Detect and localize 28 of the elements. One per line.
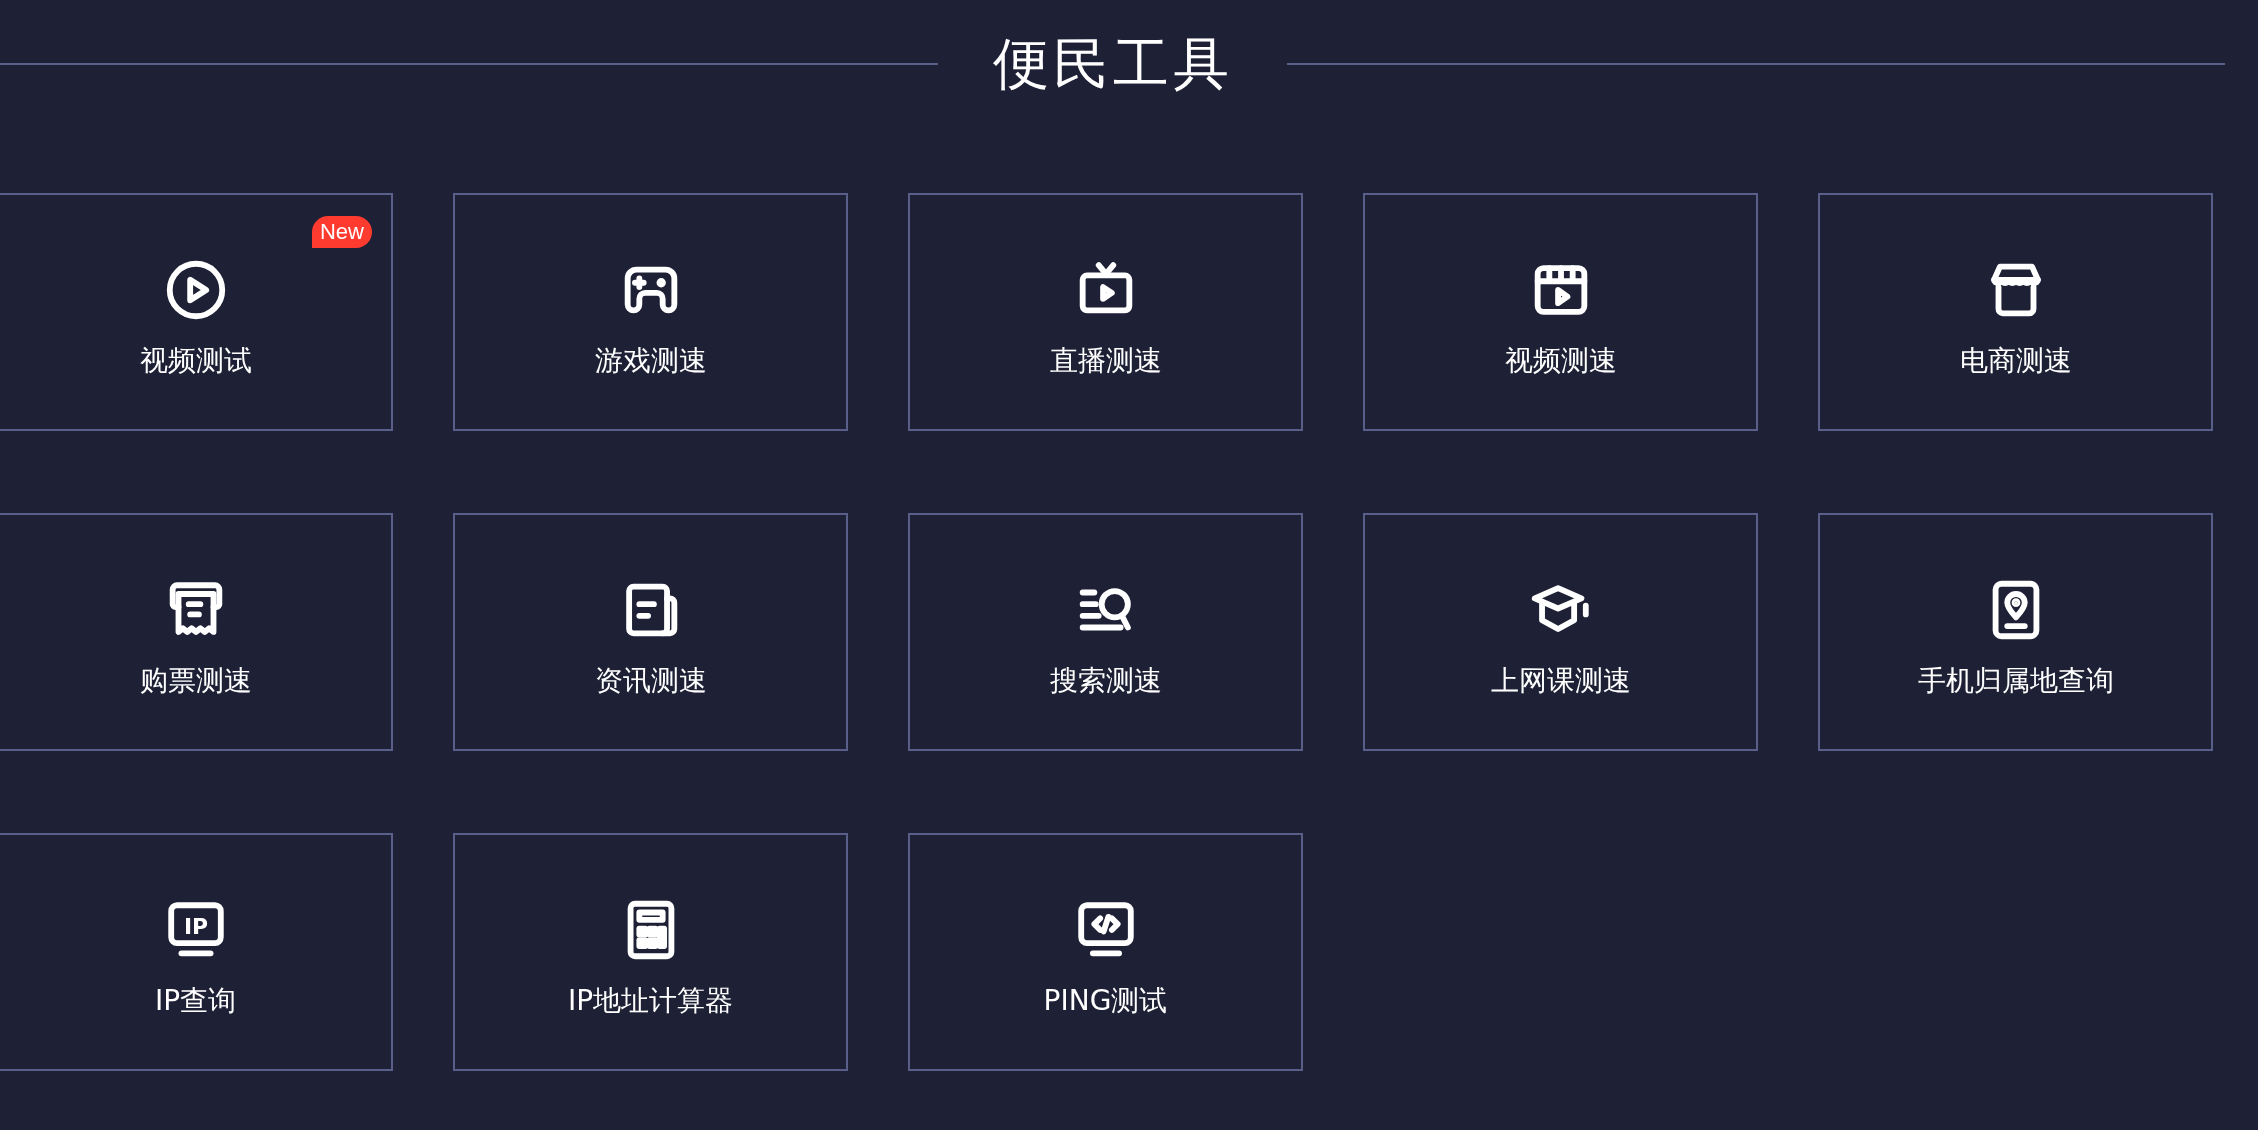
tool-label: 视频测试 [139, 343, 252, 379]
tool-label: 视频测速 [1504, 343, 1617, 379]
tool-card[interactable]: 上网课测速 [1363, 513, 1758, 751]
tool-label: 上网课测速 [1490, 663, 1631, 699]
tool-card[interactable]: 资讯测速 [453, 513, 848, 751]
tool-label: 搜索测速 [1049, 663, 1162, 699]
new-badge: New [312, 216, 372, 248]
tool-label: 电商测速 [1959, 343, 2072, 379]
tool-card[interactable]: 购票测速 [0, 513, 393, 751]
tool-card[interactable]: 手机归属地查询 [1818, 513, 2213, 751]
section-title: 便民工具 [991, 30, 1234, 98]
tool-label: PING测试 [1043, 983, 1168, 1019]
tool-label: IP查询 [154, 983, 237, 1019]
tool-label: 资讯测速 [594, 663, 707, 699]
tool-card[interactable]: IP地址计算器 [453, 833, 848, 1071]
tool-label: 购票测速 [139, 663, 252, 699]
tool-card[interactable]: 搜索测速 [908, 513, 1303, 751]
tool-label: IP地址计算器 [567, 983, 734, 1019]
tool-card[interactable]: 电商测速 [1818, 193, 2213, 431]
tool-label: 游戏测速 [594, 343, 707, 379]
tool-card[interactable]: PING测试 [908, 833, 1303, 1071]
tool-card[interactable]: 游戏测速 [453, 193, 848, 431]
tool-card[interactable]: 视频测速 [1363, 193, 1758, 431]
tool-label: 直播测速 [1049, 343, 1162, 379]
tool-card[interactable]: IP IP查询 [0, 833, 393, 1071]
tool-card[interactable]: 视频测试 New [0, 193, 393, 431]
tool-card[interactable]: 直播测速 [908, 193, 1303, 431]
tool-label: 手机归属地查询 [1917, 663, 2114, 699]
